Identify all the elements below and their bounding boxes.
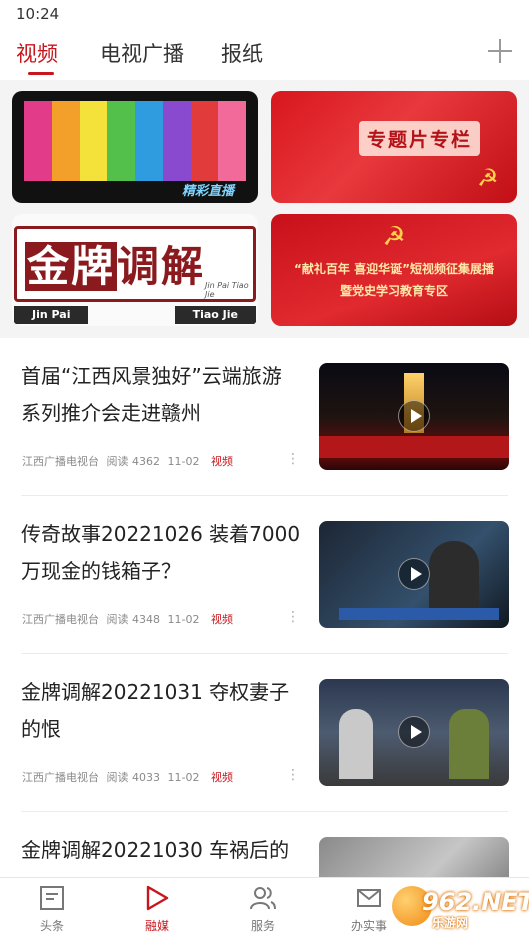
hammer-sickle-icon: ☭: [477, 164, 499, 192]
news-title: 首届“江西风景独好”云端旅游系列推介会走进赣州: [21, 364, 282, 425]
news-title: 金牌调解20221030 车祸后的: [21, 838, 290, 862]
more-options-icon[interactable]: ⋮: [286, 451, 300, 467]
news-thumbnail[interactable]: [319, 521, 509, 628]
tab-video[interactable]: 视频: [16, 38, 58, 68]
nav-label: 服务: [250, 919, 275, 933]
jinpai-bar-left: Jin Pai: [14, 306, 89, 324]
jinpai-bar: Jin Pai Tiao Jie: [14, 306, 256, 324]
news-meta: 江西广播电视台 阅读 4033 11-02 视频: [22, 769, 237, 785]
users-icon: [250, 887, 276, 910]
news-date: 11-02: [167, 455, 200, 468]
status-bar: 10:24: [0, 0, 529, 28]
banner-centenary-line1: “献礼百年 喜迎华诞”短视频征集展播: [294, 262, 494, 276]
news-date: 11-02: [167, 771, 200, 784]
news-meta: 江西广播电视台 阅读 4362 11-02 视频: [22, 453, 237, 469]
active-tab-indicator: [28, 72, 54, 75]
news-reads: 阅读 4033: [106, 771, 161, 784]
nav-label: 头条: [39, 919, 64, 933]
news-tag: 视频: [210, 771, 233, 784]
jinpai-subtitle: Jin Pai Tiao Jie: [205, 281, 249, 299]
watermark-text: 962.NET: [422, 888, 529, 916]
banner-special-caption: 专题片专栏: [359, 121, 481, 156]
banner-live[interactable]: 精彩直播: [12, 91, 258, 203]
tab-tv-broadcast[interactable]: 电视广播: [100, 38, 184, 68]
news-reads: 阅读 4362: [106, 455, 161, 468]
nav-services[interactable]: 服务: [228, 884, 298, 940]
play-icon[interactable]: [398, 558, 430, 590]
news-meta: 江西广播电视台 阅读 4348 11-02 视频: [22, 611, 237, 627]
news-source: 江西广播电视台: [22, 613, 99, 626]
thumb-art: [449, 709, 489, 779]
banner-grid: 精彩直播 专题片专栏 ☭ 金牌调解 Jin Pai Tiao Jie Jin P…: [0, 80, 529, 338]
jinpai-title-b: 调解: [117, 242, 206, 291]
watermark: 962.NET 乐游网: [392, 884, 529, 930]
thumb-art: [339, 709, 373, 779]
banner-centenary[interactable]: ☭ “献礼百年 喜迎华诞”短视频征集展播 暨党史学习教育专区: [271, 214, 517, 326]
jinpai-logo: 金牌调解 Jin Pai Tiao Jie: [14, 226, 256, 302]
news-item[interactable]: 首届“江西风景独好”云端旅游系列推介会走进赣州 江西广播电视台 阅读 4362 …: [0, 338, 529, 496]
news-source: 江西广播电视台: [22, 455, 99, 468]
watermark-sub: 乐游网: [432, 916, 469, 930]
news-icon: [40, 886, 64, 910]
news-thumbnail[interactable]: [319, 363, 509, 470]
plus-icon[interactable]: [487, 38, 513, 64]
banner-jinpai[interactable]: 金牌调解 Jin Pai Tiao Jie Jin Pai Tiao Jie: [12, 214, 258, 326]
nav-headlines[interactable]: 头条: [17, 884, 87, 940]
banner-special-topic[interactable]: 专题片专栏 ☭: [271, 91, 517, 203]
news-item[interactable]: 传奇故事20221026 装着7000万现金的钱箱子？ 江西广播电视台 阅读 4…: [0, 496, 529, 654]
top-tab-bar: 视频 电视广播 报纸: [0, 30, 529, 78]
news-reads: 阅读 4348: [106, 613, 161, 626]
news-source: 江西广播电视台: [22, 771, 99, 784]
jinpai-title-a: 金牌: [25, 242, 118, 291]
more-options-icon[interactable]: ⋮: [286, 609, 300, 625]
news-title: 金牌调解20221031 夺权妻子的恨: [21, 680, 290, 741]
news-tag: 视频: [210, 455, 233, 468]
play-icon: [146, 885, 169, 911]
thumb-art: [319, 436, 509, 458]
tab-newspaper[interactable]: 报纸: [221, 38, 263, 68]
jinpai-bar-right: Tiao Jie: [174, 306, 256, 324]
news-date: 11-02: [167, 613, 200, 626]
nav-media[interactable]: 融媒: [122, 884, 192, 940]
news-title: 传奇故事20221026 装着7000万现金的钱箱子？: [21, 522, 301, 583]
more-options-icon[interactable]: ⋮: [286, 767, 300, 783]
banner-centenary-line2: 暨党史学习教育专区: [339, 284, 448, 298]
live-banner-art: [24, 101, 246, 181]
news-tag: 视频: [210, 613, 233, 626]
party-emblem-icon: ☭: [382, 222, 406, 252]
news-thumbnail[interactable]: [319, 679, 509, 786]
thumb-art: [339, 608, 499, 620]
play-icon[interactable]: [398, 716, 430, 748]
nav-label: 融媒: [144, 919, 169, 933]
mail-icon: [357, 889, 381, 907]
status-time: 10:24: [16, 5, 60, 23]
news-item[interactable]: 金牌调解20221031 夺权妻子的恨 江西广播电视台 阅读 4033 11-0…: [0, 654, 529, 812]
jinpai-title: 金牌调解: [25, 233, 205, 294]
banner-live-caption: 精彩直播: [181, 184, 234, 199]
thumb-art: [429, 541, 479, 611]
play-icon[interactable]: [398, 400, 430, 432]
